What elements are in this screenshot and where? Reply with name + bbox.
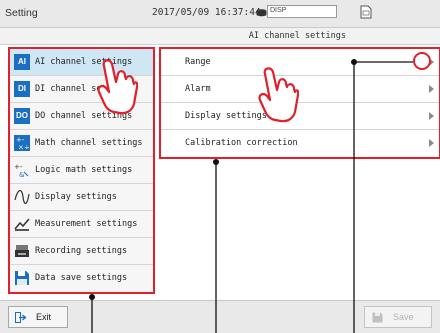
logic-math-icon: +- &	[14, 163, 29, 178]
screen-title: Setting	[5, 7, 38, 19]
measurement-icon	[14, 218, 30, 231]
ai-channel-settings-list: Range Alarm Display settings Calibration…	[159, 47, 440, 159]
menu-item-measurement-settings[interactable]: Measurement settings	[10, 211, 153, 238]
pointing-hand-icon	[258, 67, 299, 123]
list-item-alarm[interactable]: Alarm	[161, 76, 439, 103]
ai-channel-icon: AI	[14, 54, 30, 70]
exit-button[interactable]: Exit	[8, 306, 68, 328]
di-channel-icon: DI	[14, 81, 30, 97]
save-label: Save	[393, 312, 414, 322]
memory-disk-icon	[256, 9, 267, 17]
recording-icon	[15, 245, 29, 257]
save-icon	[372, 312, 383, 323]
wave-icon	[14, 190, 30, 204]
status-bar: Setting 2017/05/09 16:37:44 DISP	[0, 0, 440, 28]
menu-item-label: Display settings	[35, 192, 117, 202]
menu-item-label: Logic math settings	[35, 165, 133, 175]
list-item-label: Range	[185, 57, 211, 67]
memory-usage-bar: DISP	[267, 5, 337, 18]
menu-item-label: Recording settings	[35, 246, 128, 256]
do-channel-icon: DO	[14, 108, 30, 124]
chevron-right-icon	[429, 85, 434, 93]
list-item-range[interactable]: Range	[161, 49, 439, 76]
chevron-right-icon	[429, 112, 434, 120]
svg-text:+-: +-	[14, 163, 23, 171]
exit-label: Exit	[36, 312, 52, 322]
list-item-label: Display settings	[185, 111, 267, 121]
menu-item-label: Data save settings	[35, 273, 128, 283]
menu-item-label: Math channel settings	[35, 138, 143, 148]
breadcrumb: AI channel settings	[0, 28, 440, 45]
math-icon: +- ×÷	[14, 135, 30, 151]
menu-item-math-channel-settings[interactable]: +- ×÷ Math channel settings	[10, 130, 153, 157]
menu-item-display-settings[interactable]: Display settings	[10, 184, 153, 211]
exit-icon	[15, 312, 27, 323]
datetime: 2017/05/09 16:37:44	[152, 7, 261, 18]
chevron-right-icon	[429, 139, 434, 147]
list-item-label: Alarm	[185, 84, 211, 94]
data-save-icon	[15, 271, 29, 285]
arrow-highlight-circle	[413, 52, 431, 70]
svg-text:×÷: ×÷	[18, 144, 30, 152]
menu-item-label: Measurement settings	[35, 219, 138, 229]
list-item-label: Calibration correction	[185, 138, 298, 148]
pointing-hand-icon	[97, 59, 138, 115]
sd-card-icon	[360, 5, 372, 19]
current-section-label: AI channel settings	[248, 31, 346, 41]
list-item-display-settings[interactable]: Display settings	[161, 103, 439, 130]
list-item-calibration-correction[interactable]: Calibration correction	[161, 130, 439, 157]
disp-label: DISP	[270, 7, 287, 14]
save-button[interactable]: Save	[364, 306, 432, 328]
menu-item-logic-math-settings[interactable]: +- & Logic math settings	[10, 157, 153, 184]
menu-item-recording-settings[interactable]: Recording settings	[10, 238, 153, 265]
menu-item-data-save-settings[interactable]: Data save settings	[10, 265, 153, 292]
